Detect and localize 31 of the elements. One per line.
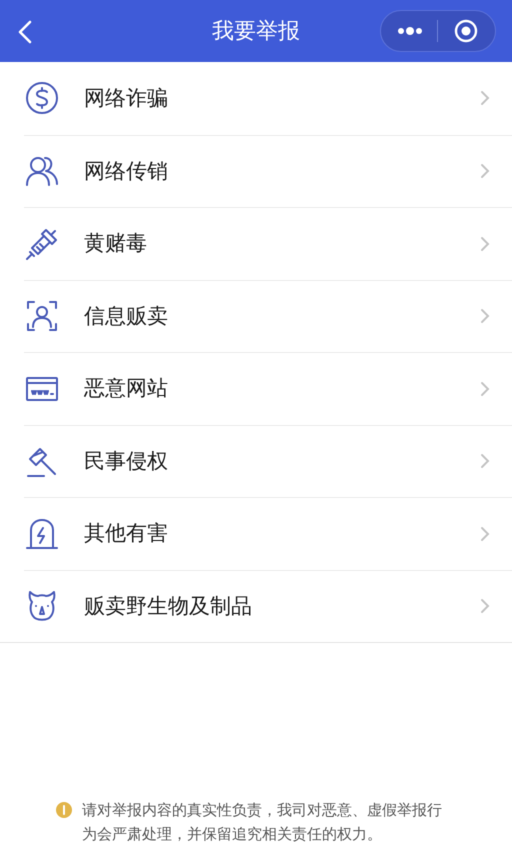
page-title: 我要举报 (212, 18, 300, 46)
report-category-item[interactable]: 恶意网站 (24, 352, 512, 424)
chevron-right-icon (480, 236, 490, 252)
report-category-item[interactable]: 其他有害 (24, 497, 512, 570)
chevron-right-icon (480, 90, 490, 106)
chevron-right-icon (480, 308, 490, 324)
dollar-icon (24, 80, 60, 116)
category-label: 网络传销 (84, 158, 169, 184)
notice-text: 请对举报内容的真实性负责，我司对恶意、虚假举报行为会严肃处理，并保留追究相关责任的权力。 (82, 800, 443, 845)
close-target-icon[interactable] (454, 19, 478, 43)
more-icon[interactable] (397, 26, 423, 36)
chevron-right-icon (480, 380, 490, 397)
chevron-right-icon (480, 598, 490, 614)
category-label: 网络诈骗 (84, 84, 169, 112)
report-category-item[interactable]: 贩卖野生物及制品 (24, 570, 512, 642)
category-label: 信息贩卖 (84, 302, 169, 330)
report-category-item[interactable]: 网络诈骗 (0, 62, 512, 134)
report-category-item[interactable]: 黄赌毒 (24, 207, 512, 280)
chevron-right-icon (480, 453, 490, 470)
warning-icon (56, 802, 72, 818)
chevron-right-icon (480, 526, 490, 542)
category-label: 民事侵权 (84, 448, 169, 474)
chevron-right-icon (480, 163, 490, 180)
report-category-item[interactable]: 民事侵权 (24, 424, 512, 497)
category-label: 恶意网站 (84, 375, 169, 402)
report-category-item[interactable]: 网络传销 (24, 134, 512, 207)
category-label: 贩卖野生物及制品 (84, 592, 253, 620)
back-icon[interactable] (17, 20, 33, 44)
report-category-item[interactable]: 信息贩卖 (24, 280, 512, 352)
category-label: 黄赌毒 (84, 230, 148, 257)
category-label: 其他有害 (84, 520, 169, 547)
